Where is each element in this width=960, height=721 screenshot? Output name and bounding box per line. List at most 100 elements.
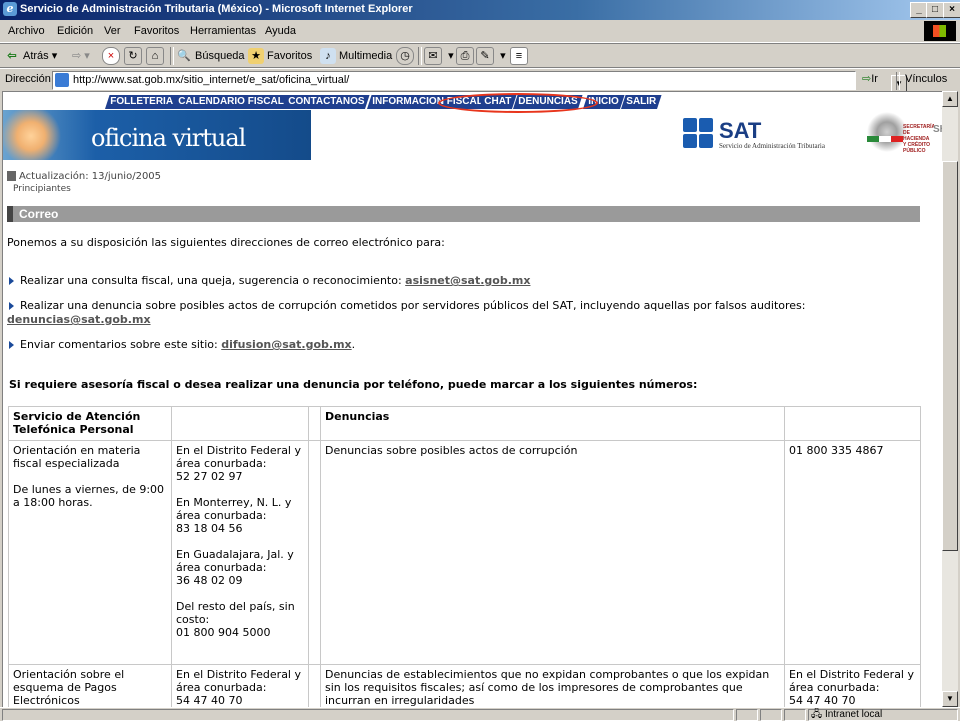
asisnet-mail-link[interactable]: asisnet@sat.gob.mx [405, 274, 530, 287]
nav-calendario-fiscal[interactable]: CALENDARIO FISCAL [173, 95, 290, 109]
mail-button[interactable]: ✉ ▾ [424, 47, 454, 66]
media-button[interactable]: ♪ Multimedia [320, 47, 392, 65]
links-label[interactable]: Vínculos [905, 73, 947, 85]
nav-salir[interactable]: SALIR [621, 95, 662, 109]
address-bar: Dirección http://www.sat.gob.mx/sitio_in… [0, 68, 960, 92]
home-button[interactable]: ⌂ [146, 47, 167, 66]
highlight-circle [438, 93, 598, 113]
chevron-down-icon: ▾ [448, 50, 454, 62]
nav-label: FOLLETERIA [110, 96, 174, 107]
denuncias-mail-link[interactable]: denuncias@sat.gob.mx [7, 313, 151, 326]
nav-contactanos[interactable]: CONTACTANOS [283, 95, 370, 109]
table-cell: En el Distrito Federal y área conurbada:… [171, 440, 309, 665]
favorites-icon: ★ [248, 48, 264, 65]
phone-table: Servicio de Atención Telefónica Personal… [8, 406, 921, 708]
scroll-up-button[interactable]: ▲ [942, 91, 958, 107]
address-input[interactable]: http://www.sat.gob.mx/sitio_internet/e_s… [52, 71, 907, 92]
shcp-logo: SECRETARÍA DE HACIENDA Y CRÉDITO PÚBLICO… [863, 106, 942, 158]
search-button[interactable]: 🔍 Búsqueda [176, 47, 245, 65]
refresh-button[interactable]: ↻ [124, 47, 145, 66]
menu-ayuda[interactable]: Ayuda [265, 25, 296, 37]
favorites-label: Favoritos [267, 50, 313, 62]
history-button[interactable]: ◷ [396, 47, 417, 66]
menu-edicion[interactable]: Edición [57, 25, 93, 37]
phone-number: 54 47 40 70 [789, 694, 856, 707]
forward-button[interactable]: ⇨ ▾ [72, 47, 90, 65]
item3-text: Enviar comentarios sobre este sitio: [20, 338, 222, 351]
item2-text: Realizar una denuncia sobre posibles act… [20, 299, 806, 312]
flag-stripes [867, 136, 903, 142]
print-button[interactable]: ⎙ [456, 47, 477, 66]
difusion-mail-link[interactable]: difusion@sat.gob.mx [221, 338, 351, 351]
go-label: Ir [871, 73, 878, 85]
phone-number: 52 27 02 97 [176, 470, 243, 483]
column-header: Denuncias [320, 406, 785, 441]
print-icon: ⎙ [456, 47, 474, 66]
sat-subtitle: Servicio de Administración Tributaria [719, 142, 825, 150]
phone-number: 83 18 04 56 [176, 522, 243, 535]
menu-archivo[interactable]: Archivo [8, 25, 45, 37]
toolbar: ⇦ Atrás ▾ ⇨ ▾ × ↻ ⌂ 🔍 Búsqueda ★ Favoritos … [0, 44, 960, 68]
forward-arrow-icon: ⇨ ▾ [72, 50, 90, 62]
sat-logo-square [699, 118, 713, 132]
intranet-icon: 🖧 [811, 709, 823, 720]
area-label: Del resto del país, sin costo: [176, 600, 295, 626]
window-title-bar: e Servicio de Administración Tributaria … [0, 0, 960, 20]
scroll-down-button[interactable]: ▼ [942, 691, 958, 707]
windows-logo-icon [924, 21, 956, 41]
nav-folleteria[interactable]: FOLLETERIA [105, 95, 179, 109]
edit-icon: ✎ [476, 47, 494, 66]
stop-button[interactable]: × [102, 47, 123, 66]
column-header [784, 406, 921, 441]
refresh-icon: ↻ [124, 47, 142, 66]
table-header-row: Servicio de Atención Telefónica Personal… [8, 406, 921, 441]
phone-number: 36 48 02 09 [176, 574, 243, 587]
sat-logo-square [683, 118, 697, 132]
sat-logo-square [699, 134, 713, 148]
update-date: Actualización: 13/junio/2005 [7, 171, 161, 182]
back-button[interactable]: ⇦ Atrás ▾ [4, 47, 57, 65]
denuncias-mail-text: denuncias@sat.gob.mx [7, 313, 151, 326]
sat-logo-square [683, 134, 697, 148]
toolbar-separator [170, 47, 174, 65]
menu-herramientas[interactable]: Herramientas [190, 25, 256, 37]
banner-title: oficina virtual [91, 124, 246, 152]
table-cell: Denuncias de establecimientos que no exp… [320, 664, 785, 708]
breadcrumb[interactable]: Principiantes [13, 184, 71, 194]
table-cell: 01 800 335 4867 [784, 440, 921, 665]
sat-logo[interactable]: SAT Servicio de Administración Tributari… [683, 116, 859, 152]
page-icon [55, 73, 69, 87]
scroll-thumb[interactable] [942, 161, 958, 551]
menu-ver[interactable]: Ver [104, 25, 121, 37]
status-cell [784, 709, 806, 721]
maximize-button[interactable]: □ [926, 2, 944, 18]
area-label: En Monterrey, N. L. y área conurbada: [176, 496, 292, 522]
vertical-scrollbar[interactable]: ▲ ▼ [942, 91, 958, 707]
item1-text: Realizar una consulta fiscal, una queja,… [20, 274, 406, 287]
status-cell [760, 709, 782, 721]
favorites-button[interactable]: ★ Favoritos [248, 47, 312, 65]
close-button[interactable]: × [943, 2, 960, 18]
arrow-icon [9, 341, 14, 349]
discuss-icon: ≡ [510, 47, 528, 66]
table-cell [308, 440, 321, 665]
chevron-down-icon: ▾ [500, 50, 506, 62]
intro-text: Ponemos a su disposición las siguientes … [7, 236, 445, 249]
search-label: Búsqueda [195, 50, 245, 62]
area-label: En el Distrito Federal y área conurbada: [176, 668, 301, 694]
edit-button[interactable]: ✎ ▾ [476, 47, 506, 66]
discuss-button[interactable]: ≡ [510, 47, 531, 66]
menu-favoritos[interactable]: Favoritos [134, 25, 179, 37]
hand-icon [3, 110, 73, 160]
update-text: Actualización: 13/junio/2005 [19, 171, 162, 182]
service-hours: De lunes a viernes, de 9:00 a 18:00 hora… [13, 483, 165, 509]
menu-bar: Archivo Edición Ver Favoritos Herramient… [0, 20, 960, 43]
table-cell: Orientación sobre el esquema de Pagos El… [8, 664, 172, 708]
table-row: Orientación en materia fiscal especializ… [8, 440, 921, 665]
site-nav: FOLLETERIA CALENDARIO FISCAL CONTACTANOS… [99, 93, 662, 113]
shcp-label: SHCP [933, 124, 942, 135]
back-label: Atrás [23, 50, 49, 62]
column-header [171, 406, 309, 441]
go-button[interactable]: ⇨Ir [862, 72, 878, 85]
toolbar-separator [418, 47, 422, 65]
